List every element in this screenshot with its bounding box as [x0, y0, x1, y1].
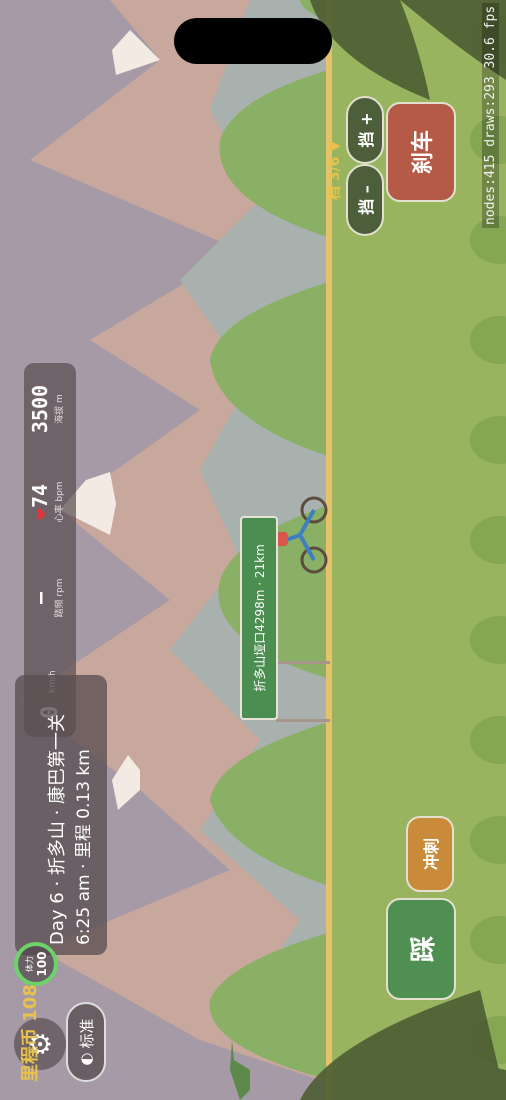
stage-info-panel: Day 6 · 折多山 · 康巴第一关 6:25 am · 里程 0.13 km: [15, 675, 107, 955]
pedal-label: 踩: [408, 936, 439, 963]
altitude-value: 3500: [28, 384, 52, 434]
camera-notch: [174, 18, 332, 64]
game-screen: ⚙ 里程币 108 ◐ 标准 0 km/h – 踏频 rpm ❤74 心率 bp…: [0, 0, 506, 1100]
game-canvas: ⚙ 里程币 108 ◐ 标准 0 km/h – 踏频 rpm ❤74 心率 bp…: [0, 0, 506, 1100]
cadence-stat: – 踏频 rpm: [28, 553, 72, 643]
heart-stat: ❤74 心率 bpm: [28, 457, 72, 547]
cadence-value: –: [28, 591, 52, 605]
stamina-value: 100: [34, 951, 49, 977]
brake-label: 刹车: [411, 130, 436, 175]
pedal-button[interactable]: 踩: [386, 898, 456, 1000]
gear-up-button[interactable]: 挡 +: [346, 96, 384, 164]
location-sign: 折多山垭口4298m · 21km: [240, 516, 278, 720]
mode-toggle[interactable]: ◐ 标准: [66, 1002, 106, 1082]
coin-value: 108: [20, 984, 41, 1022]
stage-subtitle: 6:25 am · 里程 0.13 km: [74, 749, 94, 945]
sign-text: 折多山垭口4298m · 21km: [252, 544, 267, 692]
debug-overlay: nodes:415 draws:293 30.6 fps: [482, 2, 499, 228]
sprint-button[interactable]: 冲刺: [406, 816, 454, 892]
gear-indicator: 档 3/6 ▼: [327, 140, 343, 200]
coin-label: 里程币: [20, 1028, 41, 1082]
gear-down-label: 挡 –: [357, 185, 376, 215]
heart-label: 心率 bpm: [55, 481, 65, 523]
mode-label: 标准: [77, 1018, 96, 1049]
heart-icon: ❤: [28, 508, 52, 521]
brake-button[interactable]: 刹车: [386, 102, 456, 202]
altitude-stat: 3500 海拔 m: [28, 367, 72, 451]
half-circle-icon: ◐: [77, 1052, 95, 1066]
sign-post: [276, 661, 330, 664]
coin-display: 里程币 108: [16, 984, 42, 1082]
stamina-label: 体力: [24, 956, 34, 972]
gear-down-button[interactable]: 挡 –: [346, 164, 384, 236]
stage-title: Day 6 · 折多山 · 康巴第一关: [47, 713, 68, 945]
stamina-ring: 体力 100: [14, 942, 58, 986]
sprint-label: 冲刺: [422, 838, 441, 871]
cadence-label: 踏频 rpm: [55, 578, 65, 618]
altitude-label: 海拔 m: [55, 394, 65, 424]
sign-post: [276, 719, 330, 722]
heart-value: 74: [28, 483, 52, 509]
gear-up-label: 挡 +: [357, 112, 376, 148]
